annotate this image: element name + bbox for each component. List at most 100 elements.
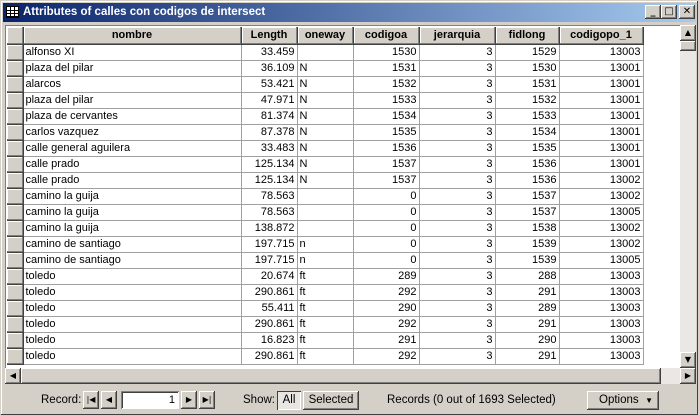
show-selected-button[interactable]: Selected [303, 391, 359, 410]
cell-nombre[interactable]: calle prado [23, 156, 242, 173]
cell-codigopo-1[interactable]: 13003 [559, 268, 644, 285]
cell-codigopo-1[interactable]: 13003 [559, 300, 644, 317]
column-header-oneway[interactable]: oneway [297, 27, 354, 45]
table-row[interactable]: toledo 290.861 ft 292 3 291 13003 [7, 348, 644, 365]
cell-codigopo-1[interactable]: 13002 [559, 188, 644, 205]
cell-jerarquia[interactable]: 3 [419, 92, 496, 109]
cell-length[interactable]: 53.421 [241, 76, 298, 93]
row-selector[interactable] [7, 220, 24, 237]
cell-jerarquia[interactable]: 3 [419, 44, 496, 61]
cell-jerarquia[interactable]: 3 [419, 188, 496, 205]
row-selector[interactable] [7, 44, 24, 61]
cell-jerarquia[interactable]: 3 [419, 268, 496, 285]
cell-fidlong[interactable]: 290 [495, 332, 560, 349]
cell-nombre[interactable]: camino la guija [23, 204, 242, 221]
cell-jerarquia[interactable]: 3 [419, 252, 496, 269]
cell-oneway[interactable]: ft [297, 300, 354, 317]
cell-fidlong[interactable]: 1534 [495, 124, 560, 141]
vertical-scrollbar[interactable]: ▲ ▼ [680, 25, 696, 368]
table-row[interactable]: camino de santiago 197.715 n 0 3 1539 13005 [7, 252, 644, 269]
cell-codigopo-1[interactable]: 13001 [559, 76, 644, 93]
cell-codigopo-1[interactable]: 13001 [559, 60, 644, 77]
row-selector[interactable] [7, 60, 24, 77]
cell-fidlong[interactable]: 1535 [495, 140, 560, 157]
cell-nombre[interactable]: plaza de cervantes [23, 108, 242, 125]
table-row[interactable]: calle prado 125.134 N 1537 3 1536 13002 [7, 172, 644, 189]
cell-codigopo-1[interactable]: 13002 [559, 220, 644, 237]
cell-fidlong[interactable]: 291 [495, 284, 560, 301]
cell-length[interactable]: 197.715 [241, 236, 298, 253]
table-row[interactable]: toledo 290.861 ft 292 3 291 13003 [7, 316, 644, 333]
cell-oneway[interactable]: ft [297, 332, 354, 349]
cell-length[interactable]: 36.109 [241, 60, 298, 77]
cell-codigopo-1[interactable]: 13001 [559, 124, 644, 141]
table-row[interactable]: camino la guija 138.872 0 3 1538 13002 [7, 220, 644, 237]
cell-fidlong[interactable]: 291 [495, 348, 560, 365]
cell-oneway[interactable]: n [297, 252, 354, 269]
maximize-button[interactable]: □ [661, 5, 677, 19]
cell-length[interactable]: 16.823 [241, 332, 298, 349]
options-button[interactable]: Options ▼ [587, 391, 659, 410]
cell-oneway[interactable]: N [297, 156, 354, 173]
cell-nombre[interactable]: toledo [23, 332, 242, 349]
cell-fidlong[interactable]: 1537 [495, 204, 560, 221]
table-row[interactable]: camino la guija 78.563 0 3 1537 13002 [7, 188, 644, 205]
cell-nombre[interactable]: toledo [23, 284, 242, 301]
cell-jerarquia[interactable]: 3 [419, 332, 496, 349]
cell-jerarquia[interactable]: 3 [419, 236, 496, 253]
cell-oneway[interactable] [297, 204, 354, 221]
cell-fidlong[interactable]: 289 [495, 300, 560, 317]
cell-nombre[interactable]: plaza del pilar [23, 60, 242, 77]
cell-oneway[interactable]: N [297, 108, 354, 125]
cell-codigopo-1[interactable]: 13001 [559, 156, 644, 173]
cell-nombre[interactable]: toledo [23, 348, 242, 365]
cell-length[interactable]: 33.459 [241, 44, 298, 61]
cell-jerarquia[interactable]: 3 [419, 172, 496, 189]
cell-length[interactable]: 125.134 [241, 156, 298, 173]
cell-length[interactable]: 125.134 [241, 172, 298, 189]
cell-codigoa[interactable]: 289 [353, 268, 420, 285]
table-row[interactable]: calle prado 125.134 N 1537 3 1536 13001 [7, 156, 644, 173]
cell-codigoa[interactable]: 292 [353, 284, 420, 301]
cell-nombre[interactable]: camino de santiago [23, 252, 242, 269]
cell-oneway[interactable]: n [297, 236, 354, 253]
table-row[interactable]: toledo 290.861 ft 292 3 291 13003 [7, 284, 644, 301]
cell-codigopo-1[interactable]: 13002 [559, 236, 644, 253]
cell-codigoa[interactable]: 292 [353, 316, 420, 333]
column-header-fidlong[interactable]: fidlong [495, 27, 560, 45]
row-selector[interactable] [7, 268, 24, 285]
table-row[interactable]: carlos vazquez 87.378 N 1535 3 1534 13001 [7, 124, 644, 141]
table-row[interactable]: plaza de cervantes 81.374 N 1534 3 1533 13001 [7, 108, 644, 125]
row-selector[interactable] [7, 92, 24, 109]
table-row[interactable]: calle general aguilera 33.483 N 1536 3 1535 13… [7, 140, 644, 157]
horizontal-scrollbar[interactable]: ◀ ▶ [5, 368, 696, 384]
row-selector[interactable] [7, 76, 24, 93]
cell-jerarquia[interactable]: 3 [419, 140, 496, 157]
cell-jerarquia[interactable]: 3 [419, 284, 496, 301]
cell-codigopo-1[interactable]: 13003 [559, 316, 644, 333]
cell-codigoa[interactable]: 1535 [353, 124, 420, 141]
row-selector[interactable] [7, 188, 24, 205]
table-row[interactable]: alfonso XI 33.459 1530 3 1529 13003 [7, 44, 644, 61]
table-row[interactable]: toledo 55.411 ft 290 3 289 13003 [7, 300, 644, 317]
cell-jerarquia[interactable]: 3 [419, 220, 496, 237]
cell-nombre[interactable]: camino la guija [23, 188, 242, 205]
cell-codigopo-1[interactable]: 13003 [559, 332, 644, 349]
cell-length[interactable]: 197.715 [241, 252, 298, 269]
row-selector[interactable] [7, 204, 24, 221]
row-selector[interactable] [7, 316, 24, 333]
row-selector[interactable] [7, 124, 24, 141]
cell-fidlong[interactable]: 1531 [495, 76, 560, 93]
row-selector[interactable] [7, 284, 24, 301]
cell-jerarquia[interactable]: 3 [419, 108, 496, 125]
cell-oneway[interactable]: ft [297, 268, 354, 285]
cell-length[interactable]: 78.563 [241, 188, 298, 205]
first-record-icon[interactable]: |◀ [83, 391, 99, 409]
cell-oneway[interactable]: ft [297, 316, 354, 333]
cell-codigoa[interactable]: 1536 [353, 140, 420, 157]
cell-fidlong[interactable]: 1539 [495, 236, 560, 253]
title-bar[interactable]: Attributes of calles con codigos de inte… [3, 3, 696, 22]
row-selector[interactable] [7, 172, 24, 189]
cell-codigopo-1[interactable]: 13005 [559, 204, 644, 221]
cell-codigopo-1[interactable]: 13005 [559, 252, 644, 269]
